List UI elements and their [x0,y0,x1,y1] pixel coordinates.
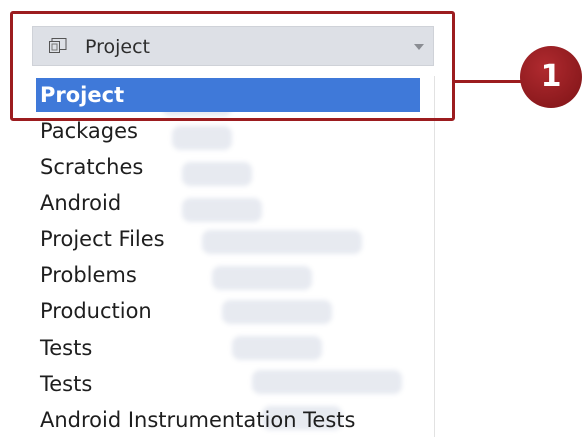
annotation-callout-number: 1 [520,46,582,108]
list-item-tests[interactable]: Tests [36,331,92,365]
list-item-android[interactable]: Android [36,186,121,220]
list-item-project-files[interactable]: Project Files [36,222,165,256]
list-item-scratches[interactable]: Scratches [36,150,143,184]
list-item-android-instrumentation-tests[interactable]: Android Instrumentation Tests [36,403,355,437]
blurred-project-tree-background [162,78,434,437]
list-item-tests-2[interactable]: Tests [36,367,92,401]
list-item-problems[interactable]: Problems [36,258,137,292]
project-view-options-list: Project Packages Scratches Android Proje… [32,76,435,437]
list-item-production[interactable]: Production [36,294,152,328]
annotation-highlight-box [10,11,455,121]
